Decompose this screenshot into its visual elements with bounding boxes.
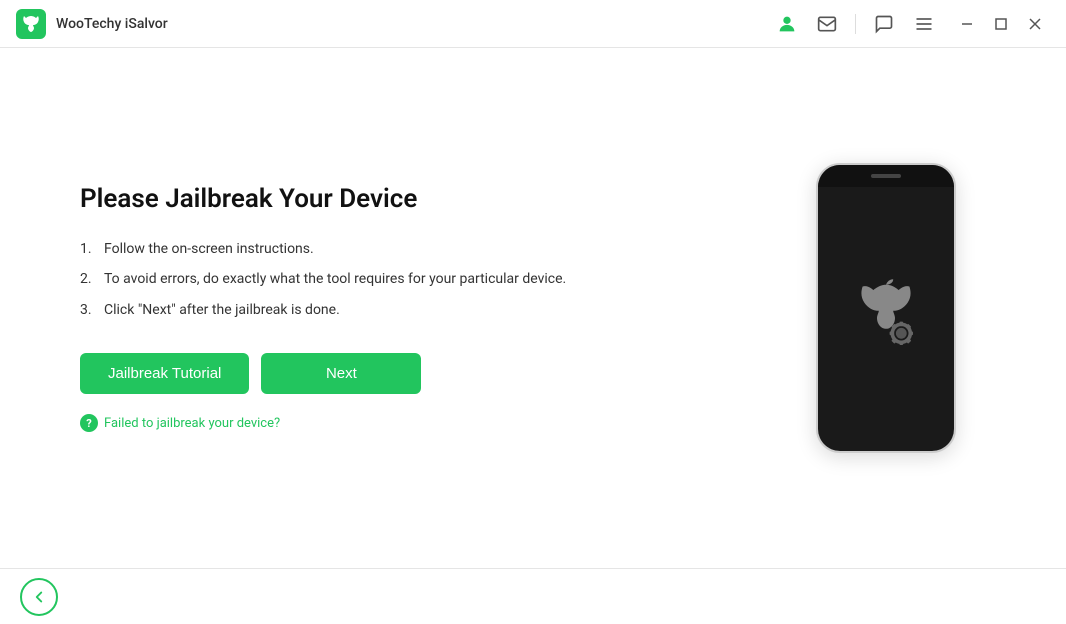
phone-frame xyxy=(816,163,956,453)
instruction-item-2: 2. To avoid errors, do exactly what the … xyxy=(80,268,746,290)
title-bar: WooTechy iSalvor xyxy=(0,0,1066,48)
title-bar-left: WooTechy iSalvor xyxy=(16,9,168,39)
instruction-text-2: To avoid errors, do exactly what the too… xyxy=(104,268,566,290)
user-icon[interactable] xyxy=(771,8,803,40)
back-button[interactable] xyxy=(20,578,58,616)
phone-top-bar xyxy=(818,165,954,187)
instructions-list: 1. Follow the on-screen instructions. 2.… xyxy=(80,238,746,321)
main-content: Please Jailbreak Your Device 1. Follow t… xyxy=(0,48,1066,568)
instruction-item-3: 3. Click "Next" after the jailbreak is d… xyxy=(80,299,746,321)
apple-gear-icon xyxy=(841,273,931,363)
divider xyxy=(855,14,856,34)
app-title: WooTechy iSalvor xyxy=(56,16,168,32)
bottom-bar xyxy=(0,568,1066,624)
close-button[interactable] xyxy=(1020,9,1050,39)
instruction-num-2: 2. xyxy=(80,268,100,290)
help-icon: ? xyxy=(80,414,98,432)
phone-speaker xyxy=(871,174,901,178)
failed-link[interactable]: ? Failed to jailbreak your device? xyxy=(80,414,746,432)
maximize-button[interactable] xyxy=(986,9,1016,39)
title-bar-controls xyxy=(771,8,1050,40)
failed-link-text: Failed to jailbreak your device? xyxy=(104,416,280,431)
left-panel: Please Jailbreak Your Device 1. Follow t… xyxy=(80,184,786,432)
instruction-text-1: Follow the on-screen instructions. xyxy=(104,238,314,260)
phone-icon-area xyxy=(841,273,931,363)
chat-icon[interactable] xyxy=(868,8,900,40)
app-logo xyxy=(16,9,46,39)
jailbreak-tutorial-button[interactable]: Jailbreak Tutorial xyxy=(80,353,249,394)
instruction-num-3: 3. xyxy=(80,299,100,321)
window-controls xyxy=(952,9,1050,39)
instruction-text-3: Click "Next" after the jailbreak is done… xyxy=(104,299,340,321)
page-heading: Please Jailbreak Your Device xyxy=(80,184,746,214)
right-panel xyxy=(786,163,986,453)
instruction-item-1: 1. Follow the on-screen instructions. xyxy=(80,238,746,260)
mail-icon[interactable] xyxy=(811,8,843,40)
phone-screen xyxy=(818,165,954,451)
button-row: Jailbreak Tutorial Next xyxy=(80,353,746,394)
instruction-num-1: 1. xyxy=(80,238,100,260)
minimize-button[interactable] xyxy=(952,9,982,39)
menu-icon[interactable] xyxy=(908,8,940,40)
next-button[interactable]: Next xyxy=(261,353,421,394)
